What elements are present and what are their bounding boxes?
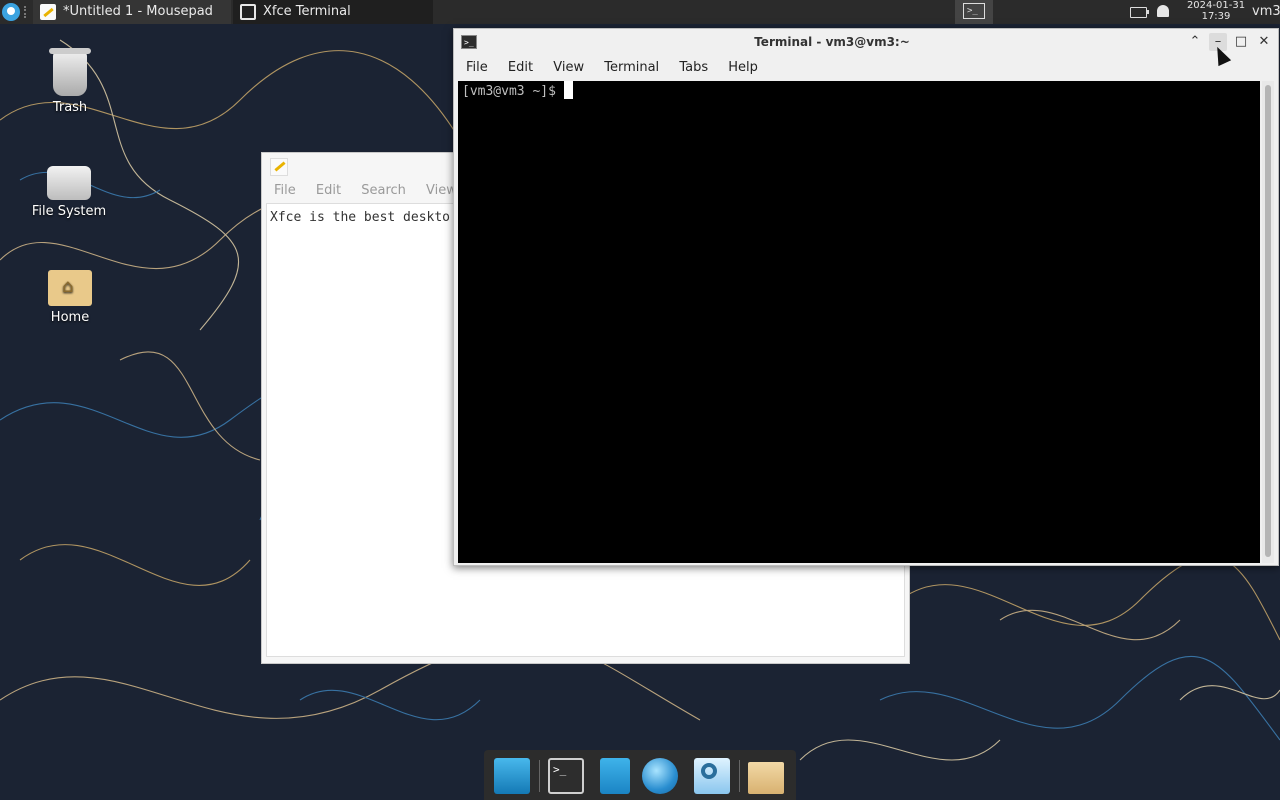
panel-separator	[24, 6, 28, 18]
workspace-icon: >_	[963, 3, 985, 19]
maximize-button[interactable]: □	[1232, 33, 1250, 51]
clock-time: 17:39	[1201, 11, 1231, 22]
menu-file[interactable]: File	[274, 183, 296, 198]
desktop-icon-label: Home	[50, 310, 90, 325]
taskbar-item-label: Xfce Terminal	[263, 4, 351, 19]
workspace-switcher[interactable]: >_	[955, 0, 993, 24]
taskbar-item-terminal[interactable]: Xfce Terminal	[233, 0, 433, 24]
desktop-icon-label: File System	[31, 204, 107, 219]
menu-file[interactable]: File	[458, 57, 496, 79]
mousepad-icon	[270, 158, 288, 176]
terminal-scrollbar[interactable]	[1262, 81, 1274, 563]
terminal-titlebar[interactable]: >_ Terminal - vm3@vm3:~ ⌃ – □ ✕	[454, 29, 1278, 55]
close-button[interactable]: ✕	[1255, 33, 1273, 51]
menu-edit[interactable]: Edit	[316, 183, 341, 198]
top-panel: *Untitled 1 - Mousepad Xfce Terminal >_ …	[0, 0, 1280, 24]
user-menu[interactable]: vm3	[1252, 0, 1280, 24]
dock-separator	[739, 760, 740, 792]
text-cursor	[563, 81, 573, 99]
app-finder-icon[interactable]	[694, 758, 730, 794]
drive-icon	[47, 166, 91, 200]
dock: >_	[484, 750, 796, 800]
menu-view[interactable]: View	[545, 57, 592, 79]
terminal-launcher-icon[interactable]: >_	[548, 758, 584, 794]
clock-date: 2024-01-31	[1186, 0, 1246, 11]
terminal-icon	[240, 4, 256, 20]
mousepad-icon	[40, 4, 56, 20]
taskbar-item-label: *Untitled 1 - Mousepad	[63, 4, 213, 19]
home-folder-launcher-icon[interactable]	[748, 762, 784, 794]
prompt-line: [vm3@vm3 ~]$	[462, 81, 1256, 100]
desktop-icon-file-system[interactable]: File System	[19, 158, 119, 219]
mousepad-menubar: File Edit Search View	[274, 183, 473, 198]
taskbar-item-mousepad[interactable]: *Untitled 1 - Mousepad	[33, 0, 231, 24]
web-browser-icon[interactable]	[642, 758, 678, 794]
desktop-icon-trash[interactable]: Trash	[20, 48, 120, 115]
menu-help[interactable]: Help	[720, 57, 766, 79]
menu-edit[interactable]: Edit	[500, 57, 541, 79]
home-folder-icon	[48, 270, 92, 306]
notification-bell-icon[interactable]	[1157, 5, 1169, 17]
trash-icon	[49, 48, 91, 96]
shade-button[interactable]: ⌃	[1186, 33, 1204, 51]
menu-terminal[interactable]: Terminal	[596, 57, 667, 79]
file-manager-icon[interactable]	[600, 758, 630, 794]
shell-prompt: [vm3@vm3 ~]$	[462, 84, 556, 99]
window-title: Terminal - vm3@vm3:~	[754, 35, 910, 49]
desktop-icon-home[interactable]: Home	[20, 264, 120, 325]
terminal-screen[interactable]: [vm3@vm3 ~]$	[458, 81, 1260, 563]
battery-icon[interactable]	[1130, 7, 1149, 18]
menu-tabs[interactable]: Tabs	[671, 57, 716, 79]
terminal-window[interactable]: >_ Terminal - vm3@vm3:~ ⌃ – □ ✕ File Edi…	[453, 28, 1279, 566]
desktop-icon-label: Trash	[52, 100, 88, 115]
applications-menu-icon[interactable]	[2, 3, 20, 21]
dock-separator	[539, 760, 540, 792]
menu-search[interactable]: Search	[361, 183, 406, 198]
clock[interactable]: 2024-01-31 17:39	[1186, 0, 1246, 22]
show-desktop-icon[interactable]	[494, 758, 530, 794]
terminal-menubar: File Edit View Terminal Tabs Help	[458, 57, 766, 79]
